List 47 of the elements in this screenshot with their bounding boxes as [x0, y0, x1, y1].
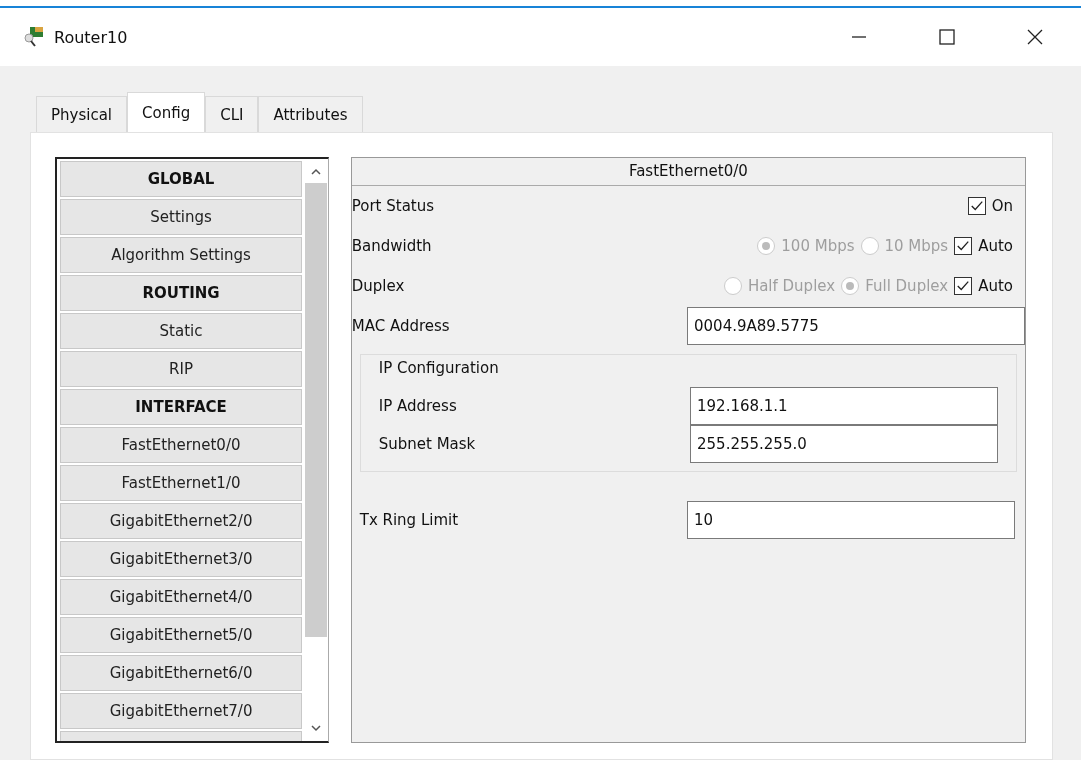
sidebar-item[interactable]: Static: [60, 313, 303, 349]
field-label: MAC Address: [351, 317, 450, 335]
field-label: Tx Ring Limit: [359, 511, 459, 529]
tab[interactable]: Config: [127, 92, 206, 132]
field-label: IP Address: [378, 397, 457, 415]
router-icon: [22, 25, 46, 49]
close-icon[interactable]: [1025, 27, 1045, 47]
section-header: ROUTING: [60, 275, 303, 311]
checkbox[interactable]: [967, 197, 986, 215]
section-header: INTERFACE: [60, 389, 303, 425]
checkbox-label: On: [991, 197, 1013, 215]
checkbox-label: Auto: [978, 237, 1013, 255]
radio-label: Half Duplex: [747, 277, 836, 295]
input-field[interactable]: 192.168.1.1: [690, 387, 998, 425]
sidebar-item[interactable]: Algorithm Settings: [60, 237, 303, 273]
mac-address-field[interactable]: 0004.9A89.5775: [687, 307, 1025, 345]
tab[interactable]: Attributes: [258, 96, 363, 132]
radio-label: 100 Mbps: [781, 237, 855, 255]
sidebar-item[interactable]: GigabitEthernet4/0: [60, 579, 303, 615]
maximize-icon[interactable]: [937, 27, 957, 47]
sidebar-item[interactable]: FastEthernet1/0: [60, 465, 303, 501]
scroll-down-icon[interactable]: [309, 723, 322, 733]
sidebar-item[interactable]: FastEthernet0/0: [60, 427, 303, 463]
group-title: IP Configuration: [378, 359, 500, 377]
scrollbar-thumb[interactable]: [304, 183, 327, 637]
sidebar-item[interactable]: GigabitEthernet5/0: [60, 617, 303, 653]
sidebar-item[interactable]: Settings: [60, 199, 303, 235]
field-label: Bandwidth: [351, 237, 432, 255]
field-label: Duplex: [351, 277, 405, 295]
radio-label: Full Duplex: [865, 277, 949, 295]
tab[interactable]: CLI: [205, 96, 259, 132]
scroll-up-icon[interactable]: [309, 167, 322, 177]
field-label: Port Status: [351, 197, 435, 215]
input-field[interactable]: 255.255.255.0: [690, 425, 998, 463]
checkbox-label: Auto: [978, 277, 1013, 295]
panel-title: FastEthernet0/0: [351, 158, 1025, 186]
sidebar-item[interactable]: GigabitEthernet3/0: [60, 541, 303, 577]
section-header: GLOBAL: [60, 161, 303, 197]
sidebar-item[interactable]: GigabitEthernet2/0: [60, 503, 303, 539]
field-label: Subnet Mask: [378, 435, 476, 453]
radio-label: 10 Mbps: [884, 237, 949, 255]
tx-ring-limit-field[interactable]: 10: [687, 501, 1015, 539]
tab[interactable]: Physical: [36, 96, 128, 132]
window-title: Router10: [54, 27, 128, 47]
sidebar-item[interactable]: RIP: [60, 351, 303, 387]
sidebar-item[interactable]: GigabitEthernet7/0: [60, 693, 303, 729]
sidebar-item[interactable]: GigabitEthernet6/0: [60, 655, 303, 691]
